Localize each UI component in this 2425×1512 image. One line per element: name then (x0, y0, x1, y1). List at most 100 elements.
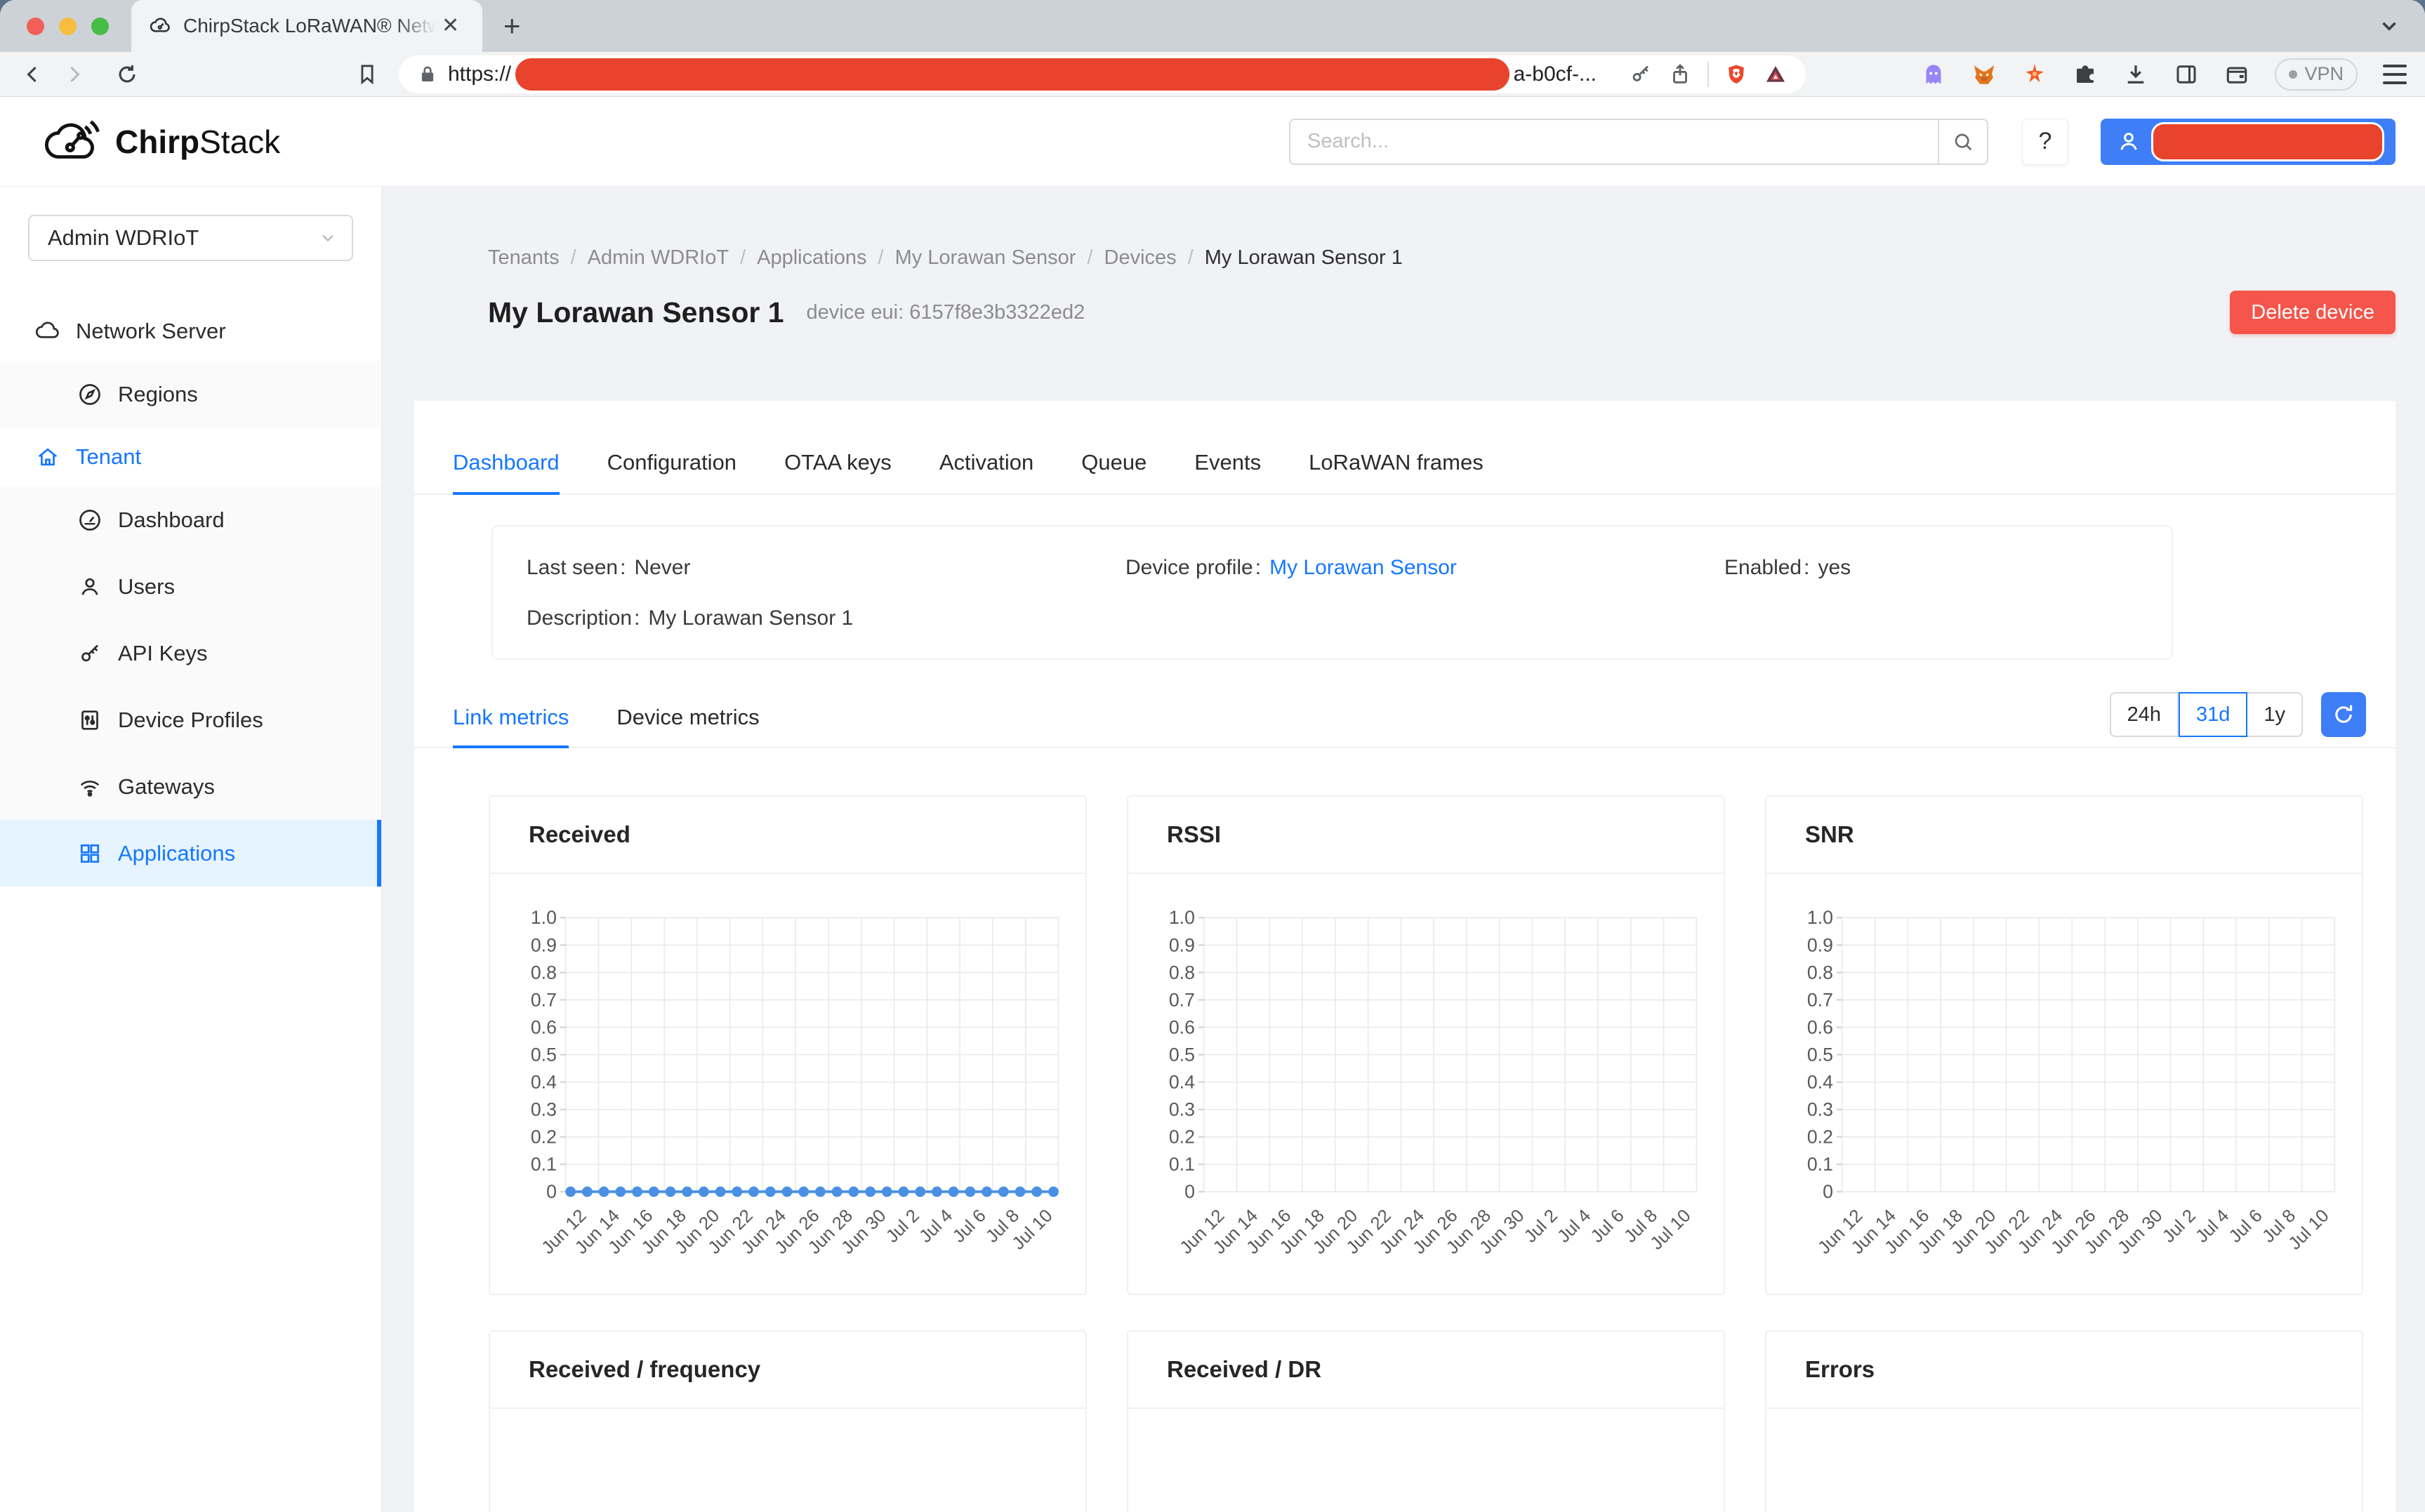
new-tab-button[interactable]: + (503, 9, 521, 43)
phantom-extension-icon[interactable] (1921, 62, 1946, 87)
chart-title: Errors (1805, 1356, 1875, 1383)
dashboard-icon (77, 508, 103, 533)
bookmark-icon[interactable] (352, 60, 382, 89)
svg-text:0.4: 0.4 (1169, 1071, 1195, 1092)
tab-events[interactable]: Events (1194, 450, 1261, 493)
chart-plot: 1.00.90.80.70.60.50.40.30.20.10Jun 12Jun… (1769, 880, 2359, 1295)
device-card: Dashboard Configuration OTAA keys Activatio… (414, 401, 2396, 1512)
window-controls (27, 18, 109, 35)
chart-card-received-frequency: Received / frequency (489, 1330, 1087, 1512)
sidebar-group-network-server[interactable]: Network Server (0, 302, 381, 361)
chevron-down-icon (318, 228, 338, 248)
extensions-puzzle-icon[interactable] (2073, 62, 2098, 87)
tab-otaa-keys[interactable]: OTAA keys (784, 450, 892, 493)
search-icon[interactable] (1938, 120, 1987, 164)
sidebar-item-api-keys[interactable]: API Keys (0, 620, 381, 687)
tab-overview-chevron-icon[interactable] (2377, 14, 2401, 38)
brave-shields-icon[interactable] (1724, 62, 1748, 86)
back-icon[interactable] (18, 60, 48, 89)
range-button-1y[interactable]: 1y (2247, 692, 2303, 737)
downloads-icon[interactable] (2123, 62, 2148, 87)
tenant-selector[interactable]: Admin WDRIoT (28, 215, 353, 261)
svg-text:0.5: 0.5 (531, 1044, 557, 1065)
svg-text:0.1: 0.1 (1807, 1154, 1833, 1175)
svg-text:0.7: 0.7 (1169, 989, 1195, 1010)
chart-card-header: SNR (1766, 797, 2362, 874)
breadcrumb-separator: / (1188, 246, 1194, 270)
reload-icon[interactable] (112, 60, 142, 89)
svg-text:0.1: 0.1 (1169, 1154, 1195, 1175)
svg-text:0.7: 0.7 (1807, 989, 1833, 1010)
sidebar-toggle-icon[interactable] (2174, 62, 2199, 87)
metrics-tabs: Link metrics Device metrics (453, 705, 760, 747)
tab-lorawan-frames[interactable]: LoRaWAN frames (1309, 450, 1484, 493)
svg-text:Jul 4: Jul 4 (916, 1206, 956, 1247)
breadcrumb-separator: / (878, 246, 884, 270)
browser-tab[interactable]: ChirpStack LoRaWAN® Network ✕ (131, 0, 482, 52)
svg-text:Jul 4: Jul 4 (1554, 1206, 1594, 1247)
tab-dashboard[interactable]: Dashboard (453, 450, 560, 493)
svg-text:1.0: 1.0 (531, 907, 557, 928)
svg-text:0.5: 0.5 (1169, 1044, 1195, 1065)
browser-toolbar: https:// a-b0cf-... VPN (0, 52, 2425, 97)
svg-text:0.6: 0.6 (1169, 1016, 1195, 1037)
chart-card-snr: SNR1.00.90.80.70.60.50.40.30.20.10Jun 12… (1765, 795, 2363, 1295)
breadcrumb-item-my-lorawan-sensor[interactable]: My Lorawan Sensor (895, 246, 1076, 270)
refresh-button[interactable] (2321, 692, 2366, 737)
sidebar-group-tenant[interactable]: Tenant (0, 427, 381, 486)
chirpstack-favicon (150, 15, 172, 37)
vpn-button[interactable]: VPN (2275, 58, 2358, 91)
sidebar-item-dashboard[interactable]: Dashboard (0, 486, 381, 553)
share-icon[interactable] (1668, 62, 1692, 86)
range-button-31d[interactable]: 31d (2179, 692, 2247, 737)
saved-password-key-icon[interactable] (1629, 62, 1653, 86)
bat-rewards-icon[interactable] (1764, 62, 1788, 86)
sidebar-item-applications[interactable]: Applications (0, 820, 381, 887)
breadcrumb-item-tenants[interactable]: Tenants (488, 246, 560, 270)
window-close-button[interactable] (27, 18, 44, 35)
breadcrumb: Tenants / Admin WDRIoT / Applications / My Lor… (488, 246, 2425, 270)
url-redaction-overlay (515, 58, 1509, 91)
help-button[interactable]: ? (2022, 119, 2068, 165)
tab-title: ChirpStack LoRaWAN® Network (183, 15, 436, 37)
sidebar-item-device-profiles[interactable]: Device Profiles (0, 687, 381, 753)
wallet-icon[interactable] (2224, 62, 2249, 87)
search-input[interactable] (1290, 120, 1938, 164)
tab-configuration[interactable]: Configuration (607, 450, 736, 493)
sidebar-item-regions[interactable]: Regions (0, 361, 381, 427)
range-button-24h[interactable]: 24h (2110, 692, 2179, 737)
metrics-header: Link metrics Device metrics 24h31d1y (414, 692, 2396, 748)
breadcrumb-item-applications[interactable]: Applications (757, 246, 866, 270)
device-eui: device eui: 6157f8e3b3322ed2 (807, 301, 1085, 324)
window-zoom-button[interactable] (91, 18, 109, 35)
metamask-extension-icon[interactable] (1971, 62, 1997, 87)
sidebar-item-users[interactable]: Users (0, 553, 381, 620)
delete-device-button[interactable]: Delete device (2230, 291, 2396, 334)
breadcrumb-separator: / (740, 246, 746, 270)
chart-card-header: Received / frequency (490, 1332, 1085, 1409)
forward-icon[interactable] (59, 60, 88, 89)
breadcrumb-item-admin-wdriot[interactable]: Admin WDRIoT (588, 246, 729, 270)
breadcrumb-item-devices[interactable]: Devices (1104, 246, 1177, 270)
user-menu-button[interactable] (2101, 119, 2396, 165)
browser-menu-icon[interactable] (2383, 65, 2407, 84)
svg-text:0.2: 0.2 (531, 1127, 557, 1148)
sidebar-item-gateways[interactable]: Gateways (0, 753, 381, 820)
sidebar-item-label: Regions (118, 382, 198, 407)
url-tail: a-b0cf-... (1514, 62, 1597, 86)
svg-text:0.8: 0.8 (1807, 962, 1833, 983)
url-bar[interactable]: https:// a-b0cf-... (399, 55, 1806, 93)
tab-activation[interactable]: Activation (939, 450, 1033, 493)
chart-card-body (1766, 1409, 2362, 1414)
chart-card-body (490, 1409, 1085, 1414)
tab-device-metrics[interactable]: Device metrics (616, 705, 759, 747)
window-minimize-button[interactable] (59, 18, 77, 35)
svg-text:0.2: 0.2 (1807, 1127, 1833, 1148)
spark-extension-icon[interactable] (2022, 62, 2047, 87)
key-icon (77, 641, 103, 666)
device-profile-link[interactable]: My Lorawan Sensor (1269, 556, 1457, 579)
tab-queue[interactable]: Queue (1081, 450, 1147, 493)
sidebar-menu: Network Server Regions TenantDashboardUser… (0, 302, 381, 887)
tab-link-metrics[interactable]: Link metrics (453, 705, 569, 747)
tab-close-icon[interactable]: ✕ (442, 15, 459, 37)
